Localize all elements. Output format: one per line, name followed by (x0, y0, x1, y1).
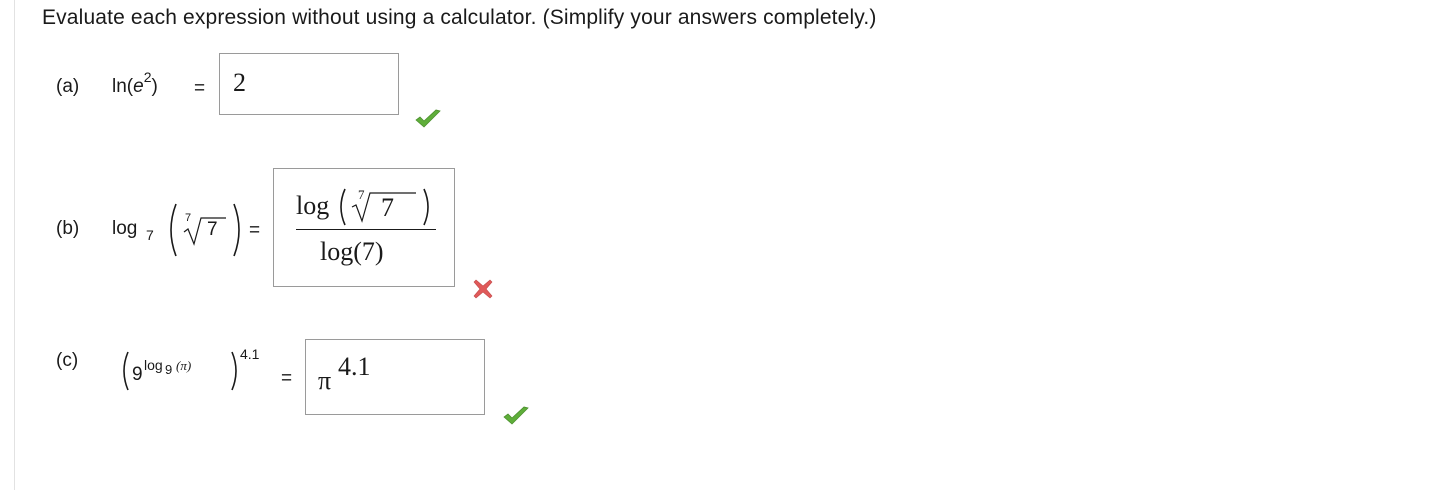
instructions-text: Evaluate each expression without using a… (42, 6, 877, 29)
question-a-label: (a) (56, 76, 80, 97)
base-e: e (133, 76, 144, 97)
paren-root-group (170, 203, 240, 257)
question-c-equals: = (281, 368, 293, 389)
question-c-answer-box[interactable]: π 4.1 (305, 339, 485, 415)
x-mark-icon (473, 279, 493, 299)
inner-arg: (π) (176, 358, 192, 373)
question-c-expression: 9 log 9 (π) 4.1 (118, 340, 278, 400)
outer-exponent: 4.1 (240, 346, 260, 362)
log-function: log (112, 218, 138, 239)
left-border (14, 0, 15, 490)
question-a-equals: = (194, 78, 206, 99)
question-b-equals: = (249, 220, 261, 241)
root-index: 7 (185, 212, 192, 224)
exponent: 2 (143, 68, 152, 85)
answer-exponent: 4.1 (338, 352, 371, 381)
fraction-numerator: log 7 7 (292, 183, 440, 226)
question-a-expression: ln(e2) (112, 70, 158, 98)
radicand: 7 (207, 219, 218, 240)
question-a-answer: 2 (233, 68, 246, 97)
question-b-label: (b) (56, 218, 80, 239)
outer-base: 9 (132, 364, 143, 385)
ln-function: ln (112, 76, 127, 97)
checkmark-icon (503, 406, 529, 425)
log-base-subscript: 7 (146, 227, 154, 243)
inner-log: log (144, 357, 163, 373)
fraction-denominator: log(7) (320, 237, 384, 266)
inner-log-subscript: 9 (165, 362, 173, 377)
answer-fraction: log 7 7 log(7) (292, 183, 440, 273)
question-b-expression: log 7 7 7 (112, 200, 272, 260)
question-b-answer-box[interactable]: log 7 7 log(7) (273, 168, 455, 287)
checkmark-icon (415, 109, 441, 128)
numerator-radicand: 7 (381, 193, 394, 222)
numerator-root-index: 7 (358, 187, 365, 202)
answer-base: π (318, 366, 332, 395)
numerator-log: log (296, 191, 330, 220)
close-paren: ) (151, 76, 158, 97)
question-a-answer-box[interactable]: 2 (219, 53, 399, 115)
fraction-bar (296, 229, 436, 230)
question-c-label: (c) (56, 350, 79, 371)
